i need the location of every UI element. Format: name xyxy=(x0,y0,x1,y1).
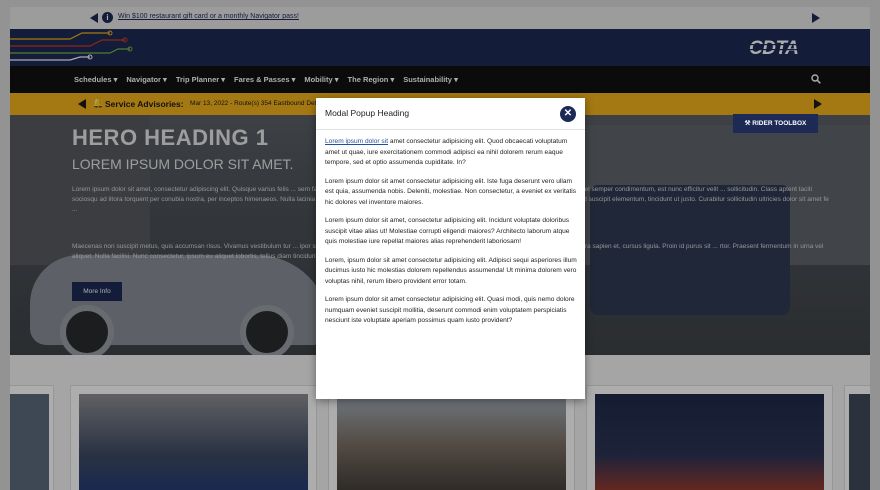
modal-link[interactable]: Lorem ipsum dolor sit xyxy=(325,138,388,145)
modal-dialog: Modal Popup Heading ✕ Lorem ipsum dolor … xyxy=(316,98,585,399)
modal-body: Lorem ipsum dolor sit amet consectetur a… xyxy=(325,137,577,335)
modal-paragraph: Lorem, ipsum dolor sit amet consectetur … xyxy=(325,256,577,285)
modal-paragraph: Lorem ipsum dolor sit amet consectetur a… xyxy=(325,137,577,169)
modal-paragraph: Lorem ipsum dolor sit amet, consectetur … xyxy=(325,217,570,245)
modal-header: Modal Popup Heading ✕ xyxy=(316,98,585,130)
modal-title: Modal Popup Heading xyxy=(325,108,410,118)
modal-paragraph: Lorem ipsum dolor sit amet consectetur a… xyxy=(325,296,575,324)
close-icon[interactable]: ✕ xyxy=(560,106,576,122)
rider-toolbox-button[interactable]: ⚒ RIDER TOOLBOX xyxy=(733,114,818,133)
modal-paragraph: Lorem ipsum dolor sit amet consectetur a… xyxy=(325,177,577,206)
